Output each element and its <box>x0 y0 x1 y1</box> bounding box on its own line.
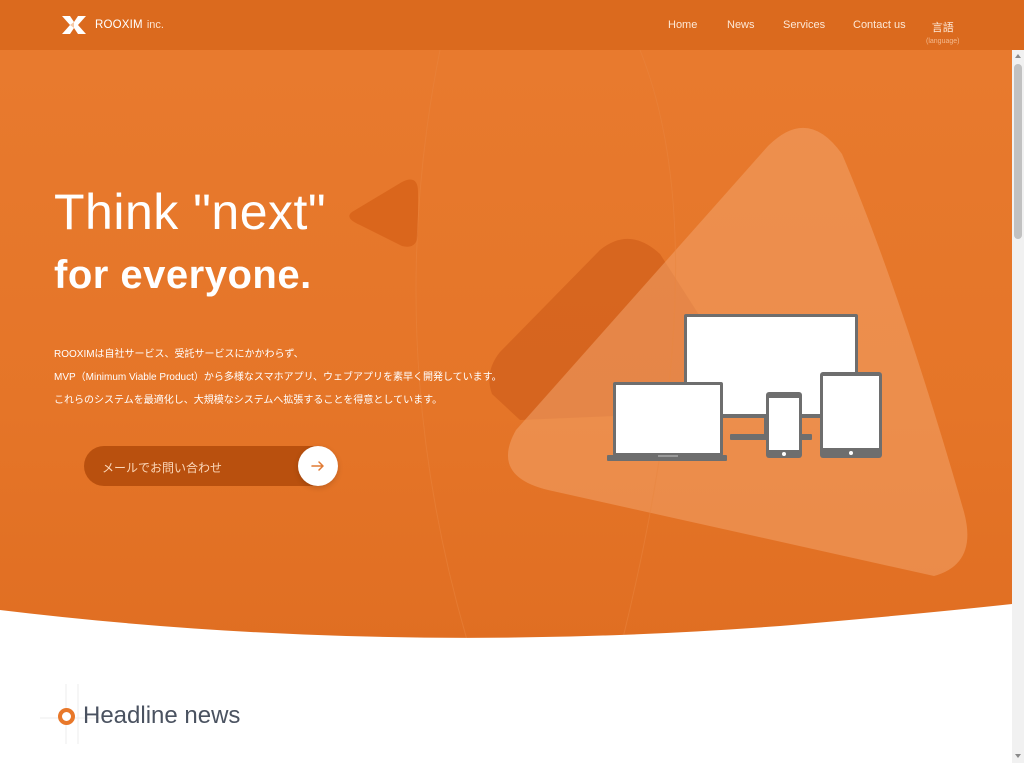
brand-suffix: inc. <box>146 19 164 31</box>
hero-title-line1: Think "next" <box>54 184 327 240</box>
rooxim-x-logo <box>62 16 86 34</box>
nav-item-contact[interactable]: Contact us <box>853 19 906 31</box>
nav-item-home[interactable]: Home <box>668 19 697 31</box>
nav-item-language[interactable]: 言語 (language) <box>926 19 959 45</box>
page-scrollbar[interactable] <box>1012 0 1024 763</box>
multi-device-illustration <box>607 314 882 461</box>
nav-item-news[interactable]: News <box>727 19 755 31</box>
scrollbar-header-strip <box>1012 0 1024 50</box>
hero-section: Think "next" for everyone. ROOXIMは自社サービス… <box>0 50 1012 650</box>
hero-description-line: ROOXIMは自社サービス、受託サービスにかかわらず、 <box>54 349 304 360</box>
hero-bottom-curve <box>0 604 1012 676</box>
hero-description-line: これらのシステムを最適化し、大規模なシステムへ拡張することを得意としています。 <box>54 395 443 406</box>
arrow-right-icon <box>311 461 324 471</box>
brand-name: ROOXIM <box>95 19 143 31</box>
nav-item-services[interactable]: Services <box>783 19 825 31</box>
orange-ring-icon <box>58 708 75 725</box>
scroll-up-arrow-icon[interactable] <box>1014 52 1022 60</box>
site-logo[interactable]: ROOXIM inc. <box>60 14 164 36</box>
contact-email-label: メールでお問い合わせ <box>102 461 223 475</box>
page: Think "next" for everyone. ROOXIMは自社サービス… <box>0 0 1012 763</box>
headline-news-title: Headline news <box>83 702 241 729</box>
hero-description: ROOXIMは自社サービス、受託サービスにかかわらず、 MVP（Minimum … <box>54 347 502 416</box>
hero-description-line: MVP（Minimum Viable Product）から多様なスマホアプリ、ウ… <box>54 372 502 383</box>
language-sublabel: (language) <box>926 38 960 45</box>
scrollbar-thumb[interactable] <box>1014 64 1022 239</box>
cta-arrow-button[interactable] <box>298 446 338 486</box>
language-label: 言語 <box>931 22 954 34</box>
contact-email-cta[interactable]: メールでお問い合わせ <box>84 446 338 486</box>
scroll-down-arrow-icon[interactable] <box>1014 752 1022 760</box>
site-header: ROOXIM inc. Home News Services Contact u… <box>0 0 1012 50</box>
hero-title-line2: for everyone. <box>54 253 312 297</box>
